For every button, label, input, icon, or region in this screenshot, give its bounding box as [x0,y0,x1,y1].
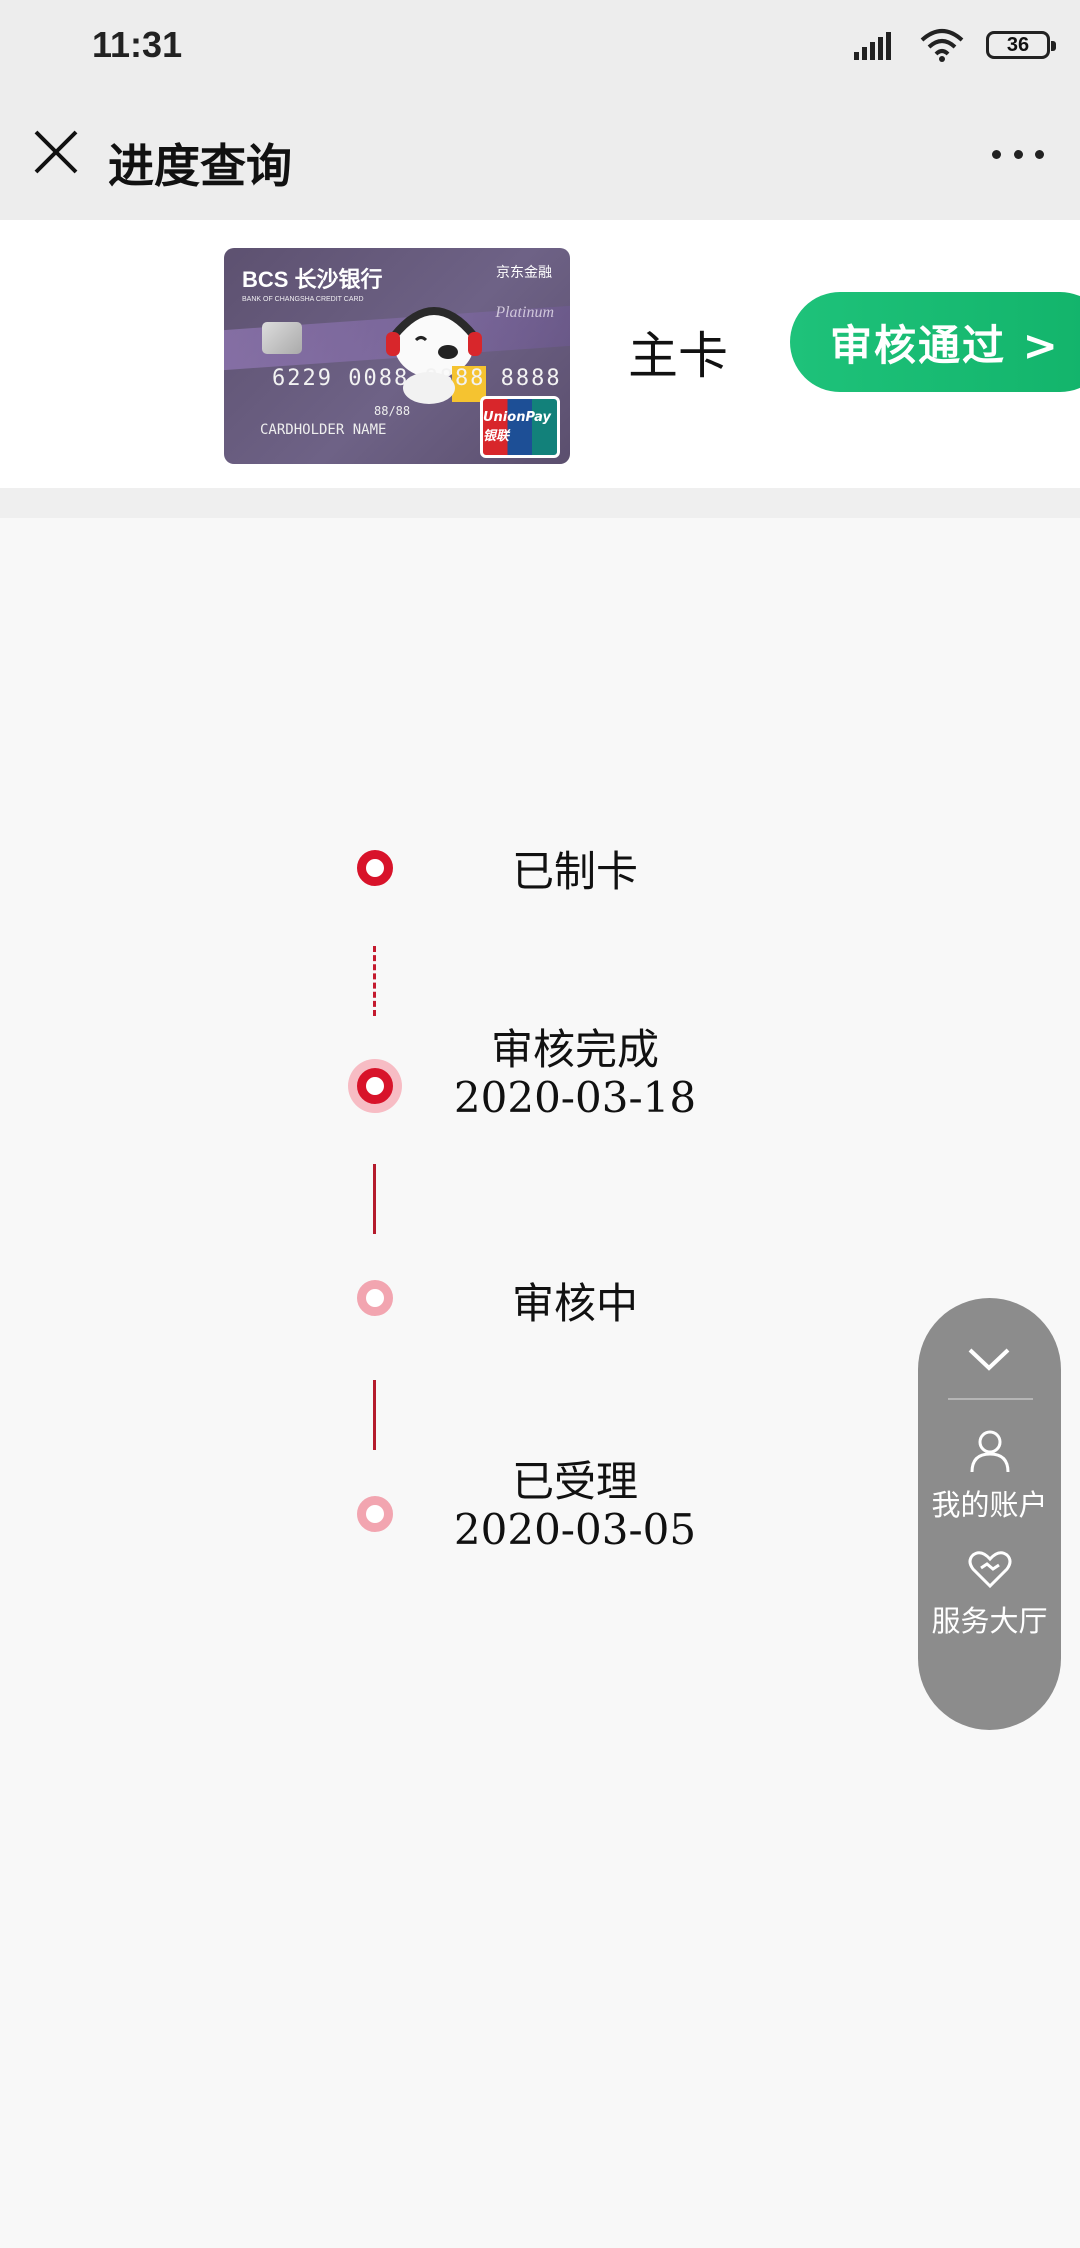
more-dot [1013,149,1023,159]
timeline-step: 审核中 [395,1280,755,1328]
floating-quick-menu: 我的账户 服务大厅 [918,1298,1061,1730]
card-tier: Platinum [495,304,554,321]
more-dot [1035,149,1044,159]
approval-status-button[interactable]: 审核通过 > [790,292,1080,392]
timeline-dot-current [357,1068,393,1104]
timeline-step: 审核完成 2020-03-18 [395,1026,755,1122]
card-expiry: 88/88 [374,404,411,418]
my-account-button[interactable]: 我的账户 [918,1428,1061,1524]
timeline-step-label: 审核中 [511,1279,638,1328]
timeline-dot-done [357,850,393,886]
heart-icon [968,1551,1011,1589]
credit-card-image: BCS 长沙银行 BANK OF CHANGSHA CREDIT CARD 京东… [224,248,570,464]
timeline-connector [373,1164,376,1234]
timeline-step-label: 审核完成 [490,1025,659,1074]
timeline-step-date: 2020-03-18 [453,1073,697,1122]
service-hall-label: 服务大厅 [931,1604,1048,1638]
close-icon[interactable] [28,124,84,180]
card-bank-sub: BANK OF CHANGSHA CREDIT CARD [242,296,364,303]
my-account-label: 我的账户 [931,1488,1048,1522]
card-number: 6229 0088 8888 8888 [272,366,562,391]
status-bar: 11:31 36 [0,0,1080,96]
timeline-dot-pending [357,1280,393,1316]
chevron-down-icon[interactable] [964,1344,1014,1374]
card-holder-name: CARDHOLDER NAME [260,422,387,438]
timeline-connector [373,946,376,1016]
user-icon [970,1430,1009,1473]
timeline-connector [373,1380,376,1450]
card-bank-name: BCS 长沙银行 [242,267,383,292]
status-icons: 36 [854,28,1056,62]
page-title: 进度查询 [108,139,292,193]
section-divider [0,488,1080,518]
timeline-step-label: 已制卡 [511,847,638,896]
card-type-label: 主卡 [628,327,728,385]
timeline-step-date: 2020-03-05 [453,1505,697,1554]
card-summary-row: BCS 长沙银行 BANK OF CHANGSHA CREDIT CARD 京东… [0,220,1080,488]
card-chip [262,322,302,354]
battery-icon: 36 [986,31,1056,59]
wifi-icon [920,29,964,62]
timeline-step: 已制卡 [395,848,755,896]
menu-divider [948,1398,1033,1400]
timeline-dot-pending [357,1496,393,1532]
signal-icon [854,32,891,60]
card-bank-logo: BCS 长沙银行 BANK OF CHANGSHA CREDIT CARD [242,262,383,303]
service-hall-button[interactable]: 服务大厅 [918,1550,1061,1640]
battery-level: 36 [1006,33,1030,56]
status-time: 11:31 [92,24,183,65]
more-options-icon[interactable] [992,134,1044,174]
timeline-step-label: 已受理 [511,1457,638,1506]
card-partner-logo: 京东金融 [496,265,552,281]
timeline-step: 已受理 2020-03-05 [395,1458,755,1554]
unionpay-logo: UnionPay 银联 [480,396,560,458]
more-dot [992,149,1001,159]
nav-bar: 进度查询 [0,96,1080,220]
